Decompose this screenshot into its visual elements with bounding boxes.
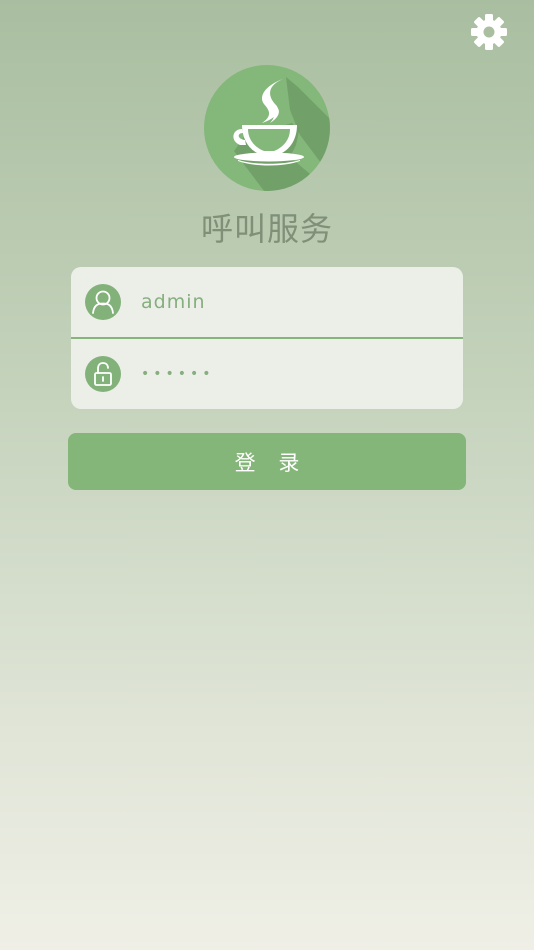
- unlock-icon: [94, 362, 112, 386]
- app-logo: [204, 65, 330, 191]
- username-row: [71, 267, 463, 337]
- settings-button[interactable]: [469, 12, 509, 52]
- login-button[interactable]: 登 录: [68, 433, 466, 490]
- login-form: [71, 267, 463, 409]
- lock-badge: [85, 356, 121, 392]
- user-avatar: [85, 284, 121, 320]
- password-row: [71, 339, 463, 409]
- password-input[interactable]: [141, 355, 441, 393]
- page-title: 呼叫服务: [200, 210, 333, 248]
- coffee-cup-icon: [204, 65, 330, 191]
- gear-icon: [471, 14, 507, 50]
- username-input[interactable]: [141, 283, 441, 321]
- user-icon: [92, 290, 114, 314]
